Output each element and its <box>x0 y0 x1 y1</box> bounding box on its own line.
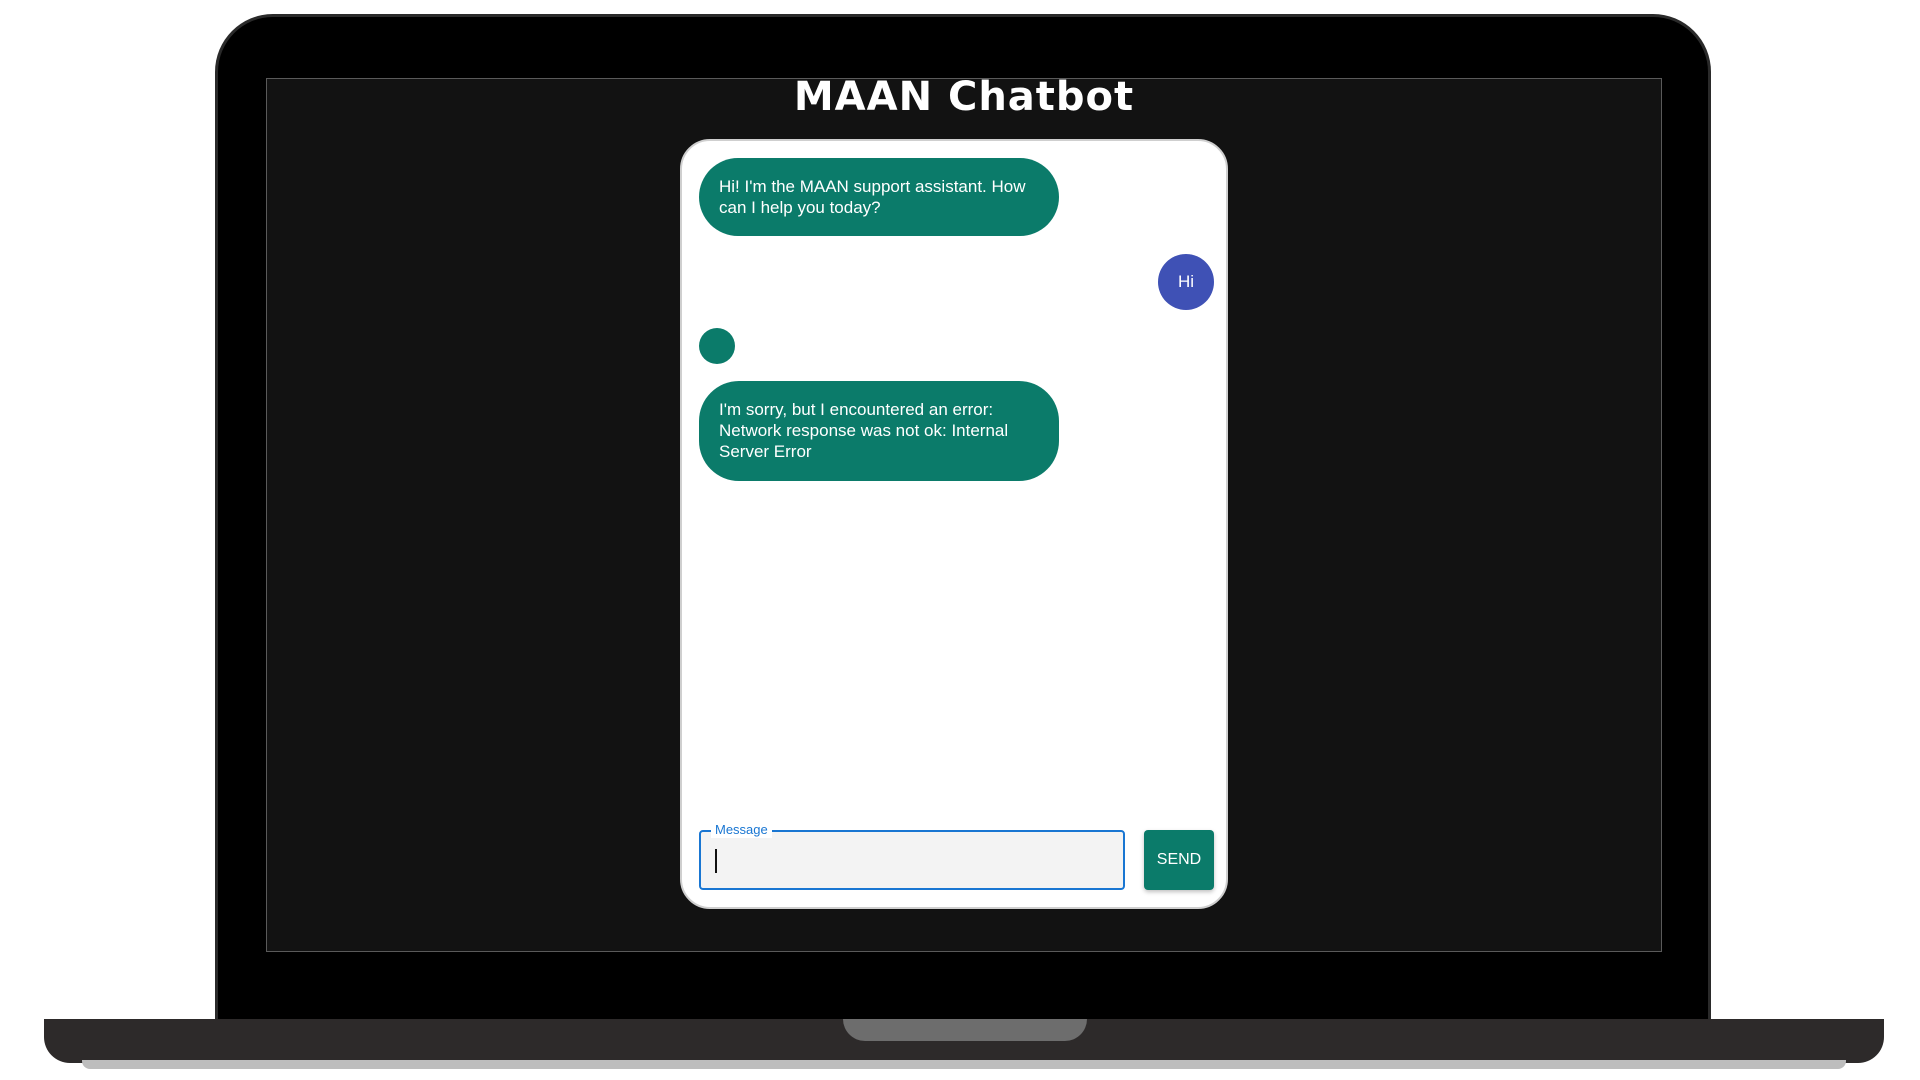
send-button[interactable]: SEND <box>1144 830 1214 890</box>
laptop-notch <box>843 1019 1087 1041</box>
bot-message: Hi! I'm the MAAN support assistant. How … <box>699 158 1059 236</box>
laptop-base-shadow <box>82 1060 1846 1069</box>
chat-window: Hi! I'm the MAAN support assistant. How … <box>680 139 1228 909</box>
message-field-label: Message <box>711 822 772 838</box>
text-cursor <box>715 849 717 873</box>
app-title: MAAN Chatbot <box>793 74 1135 120</box>
message-input[interactable] <box>713 842 1117 880</box>
message-field[interactable]: Message <box>699 822 1125 890</box>
bot-typing-indicator <box>699 328 735 364</box>
bot-error-message: I'm sorry, but I encountered an error: N… <box>699 381 1059 481</box>
user-message: Hi <box>1158 254 1214 310</box>
page: MAAN Chatbot Hi! I'm the MAAN support as… <box>0 0 1920 1080</box>
